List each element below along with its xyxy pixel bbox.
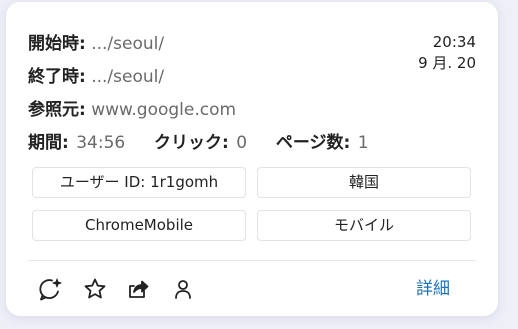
end-row: 終了時: .../seoul/ (28, 65, 369, 98)
clicks-value: 0 (236, 133, 248, 153)
user-icon[interactable] (169, 275, 197, 303)
referrer-value: www.google.com (91, 100, 237, 120)
country-tag[interactable]: 韓国 (257, 167, 471, 198)
details-link[interactable]: 詳細 (416, 276, 450, 302)
session-card: 開始時: .../seoul/ 終了時: .../seoul/ 参照元: www… (6, 2, 498, 316)
pages-value: 1 (357, 133, 369, 153)
user-id-tag[interactable]: ユーザー ID: 1r1gomh (32, 167, 246, 198)
chat-sparkle-icon[interactable] (36, 275, 64, 303)
end-value: .../seoul/ (91, 67, 165, 87)
clicks-label: クリック: (154, 133, 229, 153)
start-label: 開始時: (28, 34, 86, 54)
referrer-row: 参照元: www.google.com (28, 98, 369, 131)
stats-row: 期間: 34:56 クリック: 0 ページ数: 1 (28, 131, 369, 164)
start-value: .../seoul/ (91, 34, 165, 54)
session-info: 開始時: .../seoul/ 終了時: .../seoul/ 参照元: www… (28, 32, 369, 164)
duration-label: 期間: (28, 133, 69, 153)
time-date: 9 月. 20 (418, 54, 476, 72)
end-label: 終了時: (28, 67, 86, 87)
duration-value: 34:56 (76, 133, 126, 153)
star-icon[interactable] (81, 275, 109, 303)
pages-label: ページ数: (275, 133, 351, 153)
share-icon[interactable] (124, 275, 152, 303)
time-clock: 20:34 (432, 33, 476, 51)
browser-tag[interactable]: ChromeMobile (32, 210, 246, 241)
start-row: 開始時: .../seoul/ (28, 32, 369, 65)
referrer-label: 参照元: (28, 100, 86, 120)
divider (28, 260, 476, 261)
device-tag[interactable]: モバイル (257, 210, 471, 241)
session-time: 20:34 9 月. 20 (418, 32, 476, 74)
